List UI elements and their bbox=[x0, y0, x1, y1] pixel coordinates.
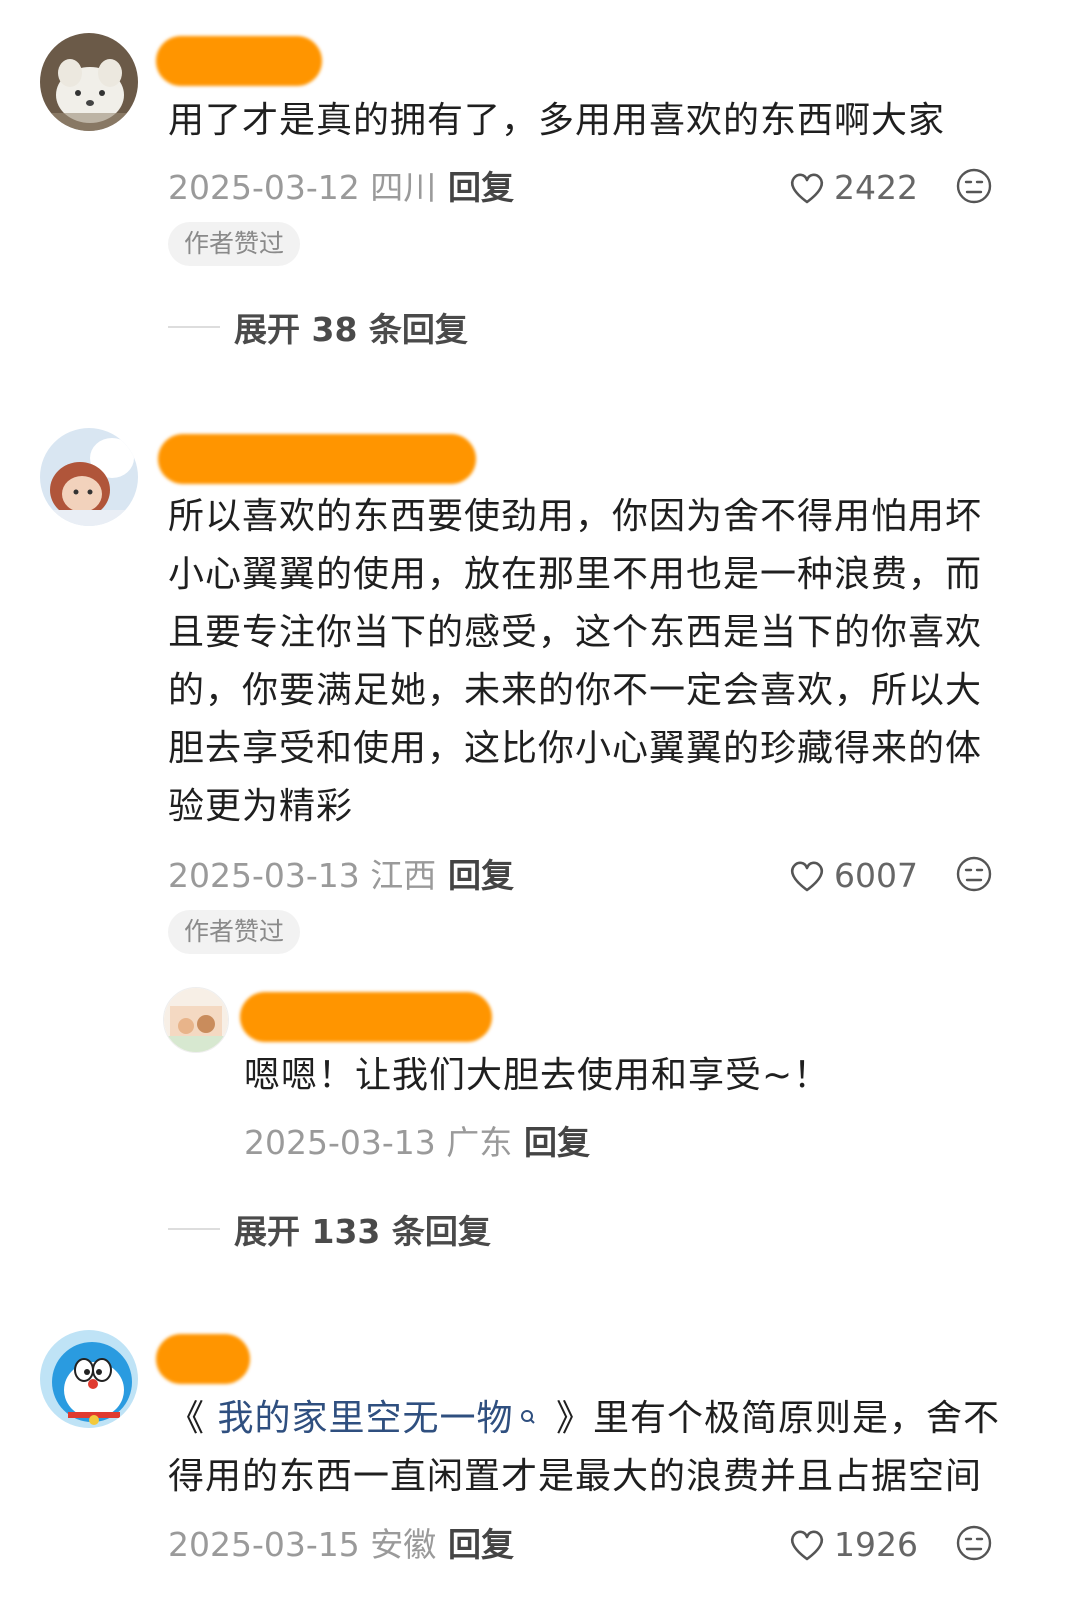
heart-outline-icon bbox=[788, 1528, 826, 1562]
divider bbox=[168, 326, 220, 328]
reply-button[interactable]: 回复 bbox=[524, 1118, 590, 1168]
comment-meta: 2025-03-12 四川 回复 2422 bbox=[168, 163, 1028, 213]
comment-text: 用了才是真的拥有了，多用用喜欢的东西啊大家 bbox=[168, 100, 946, 141]
username-redacted[interactable] bbox=[156, 36, 322, 86]
author-liked-badge: 作者赞过 bbox=[168, 910, 301, 954]
comment-date: 2025-03-15 安徽 bbox=[168, 1525, 437, 1564]
sub-reply-text: 嗯嗯！让我们大胆去使用和享受~！ bbox=[244, 1055, 831, 1096]
book-title-link[interactable]: 我的家里空无一物 bbox=[217, 1398, 543, 1439]
sub-reply-date: 2025-03-13 广东 bbox=[244, 1123, 513, 1162]
text-prefix: 《 bbox=[168, 1398, 206, 1439]
reply-button[interactable]: 回复 bbox=[448, 851, 514, 901]
like-count: 2422 bbox=[834, 168, 918, 207]
like-count: 1926 bbox=[834, 1525, 918, 1564]
like-button[interactable]: 6007 bbox=[788, 851, 918, 901]
like-button[interactable]: 2422 bbox=[788, 163, 918, 213]
like-count: 6007 bbox=[834, 856, 918, 895]
comment-date: 2025-03-12 四川 bbox=[168, 168, 437, 207]
meh-face-icon[interactable] bbox=[955, 1524, 993, 1576]
comment-meta: 2025-03-13 江西 回复 6007 bbox=[168, 851, 1028, 901]
author-liked-badge: 作者赞过 bbox=[168, 222, 301, 266]
reply-button[interactable]: 回复 bbox=[448, 163, 514, 213]
heart-outline-icon bbox=[788, 859, 826, 893]
comment-date: 2025-03-13 江西 bbox=[168, 856, 437, 895]
expand-replies-button[interactable]: 展开 133 条回复 bbox=[168, 1204, 491, 1254]
heart-outline-icon bbox=[788, 171, 826, 205]
like-button[interactable]: 1926 bbox=[788, 1520, 918, 1570]
comment-meta: 2025-03-15 安徽 回复 1926 bbox=[168, 1520, 1028, 1570]
meh-face-icon[interactable] bbox=[955, 855, 993, 907]
sub-reply-meta: 2025-03-13 广东 回复 bbox=[244, 1118, 1004, 1168]
expand-replies-label: 展开 133 条回复 bbox=[234, 1212, 491, 1251]
comment-text: 《 我的家里空无一物 》里有个极简原则是，舍不得用的东西一直闲置才是最大的浪费并… bbox=[168, 1390, 1018, 1506]
reply-button[interactable]: 回复 bbox=[448, 1520, 514, 1570]
username-redacted[interactable] bbox=[240, 992, 492, 1042]
book-title: 我的家里空无一物 bbox=[217, 1398, 514, 1439]
comment-text: 所以喜欢的东西要使劲用，你因为舍不得用怕用坏小心翼翼的使用，放在那里不用也是一种… bbox=[168, 496, 983, 827]
search-icon bbox=[519, 1390, 537, 1448]
username-redacted[interactable] bbox=[156, 1334, 250, 1384]
avatar[interactable] bbox=[40, 33, 138, 131]
avatar[interactable] bbox=[163, 987, 229, 1053]
meh-face-icon[interactable] bbox=[955, 167, 993, 219]
username-redacted[interactable] bbox=[158, 434, 476, 484]
expand-replies-label: 展开 38 条回复 bbox=[234, 310, 468, 349]
divider bbox=[168, 1228, 220, 1230]
avatar[interactable] bbox=[40, 428, 138, 526]
avatar[interactable] bbox=[40, 1330, 138, 1428]
expand-replies-button[interactable]: 展开 38 条回复 bbox=[168, 302, 468, 352]
